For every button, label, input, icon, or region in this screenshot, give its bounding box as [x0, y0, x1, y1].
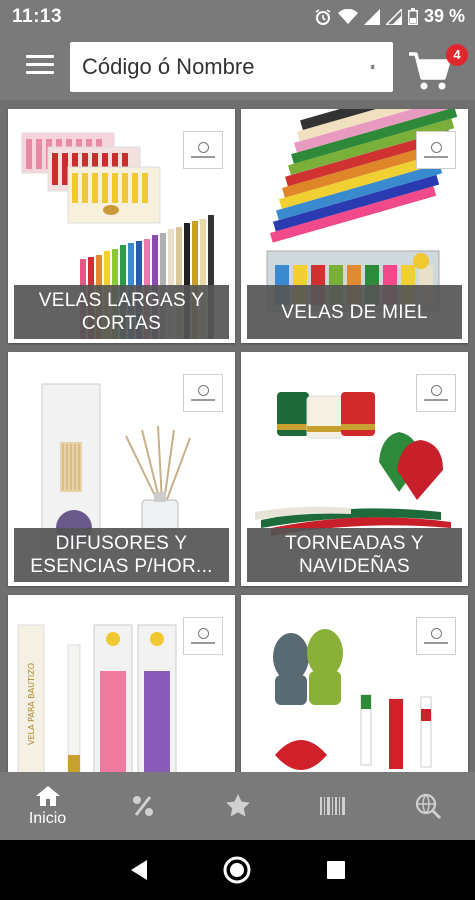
- nav-buscar-web[interactable]: [380, 772, 475, 840]
- battery-icon: [407, 8, 418, 25]
- search-box: [70, 42, 393, 92]
- nav-inicio[interactable]: Inicio: [0, 772, 95, 840]
- battery-percent: 39 %: [423, 6, 465, 26]
- system-navigation-bar: [0, 840, 475, 900]
- globe-search-icon: [415, 793, 441, 820]
- nav-promociones[interactable]: [95, 772, 190, 840]
- category-label: VELAS LARGAS Y CORTAS: [14, 285, 229, 339]
- status-icons: 39 %: [314, 6, 465, 27]
- home-icon: [35, 786, 60, 806]
- recents-icon[interactable]: [316, 850, 356, 890]
- home-circle-icon[interactable]: [217, 850, 257, 890]
- hamburger-menu-icon[interactable]: [22, 50, 58, 84]
- brand-logo: [183, 131, 223, 169]
- brand-logo: [416, 617, 456, 655]
- category-card-torneadas[interactable]: TORNEADAS Y NAVIDEÑAS: [241, 352, 468, 586]
- status-time: 11:13: [12, 6, 63, 27]
- barcode-icon: [319, 797, 345, 815]
- brand-logo: [416, 374, 456, 412]
- signal-icon: [363, 8, 380, 25]
- nav-favoritos[interactable]: [190, 772, 285, 840]
- percent-icon: [132, 796, 153, 816]
- svg-text:VELA PARA BAUTIZO: VELA PARA BAUTIZO: [27, 663, 36, 745]
- bottom-navigation: Inicio: [0, 772, 475, 840]
- category-card-difusores[interactable]: DIFUSORES Y ESENCIAS P/HOR...: [8, 352, 235, 586]
- search-input[interactable]: [70, 54, 370, 80]
- cart-count-badge: 4: [446, 44, 468, 66]
- category-card-velas-miel[interactable]: VELAS DE MIEL: [241, 109, 468, 343]
- category-card-figuras[interactable]: [241, 595, 468, 772]
- sliders-filter-icon[interactable]: [370, 52, 375, 82]
- back-icon[interactable]: [119, 850, 159, 890]
- category-label: VELAS DE MIEL: [247, 285, 462, 339]
- app-bar: 4: [0, 34, 475, 100]
- nav-label: Inicio: [28, 810, 67, 827]
- category-label: TORNEADAS Y NAVIDEÑAS: [247, 528, 462, 582]
- nav-scanner[interactable]: [285, 772, 380, 840]
- star-icon: [225, 794, 250, 817]
- brand-logo: [416, 131, 456, 169]
- cart-button[interactable]: 4: [407, 42, 468, 94]
- signal-icon-2: [385, 8, 402, 25]
- category-grid: VELAS LARGAS Y CORTAS VELAS DE MIEL DIFU…: [0, 100, 475, 772]
- brand-logo: [183, 617, 223, 655]
- category-card-bautizo[interactable]: VELA PARA BAUTIZO: [8, 595, 235, 772]
- wifi-icon: [337, 8, 358, 24]
- brand-logo: [183, 374, 223, 412]
- category-label: DIFUSORES Y ESENCIAS P/HOR...: [14, 528, 229, 582]
- alarm-icon: [315, 8, 331, 25]
- status-bar: 11:13 39 %: [0, 0, 475, 34]
- category-card-velas-largas[interactable]: VELAS LARGAS Y CORTAS: [8, 109, 235, 343]
